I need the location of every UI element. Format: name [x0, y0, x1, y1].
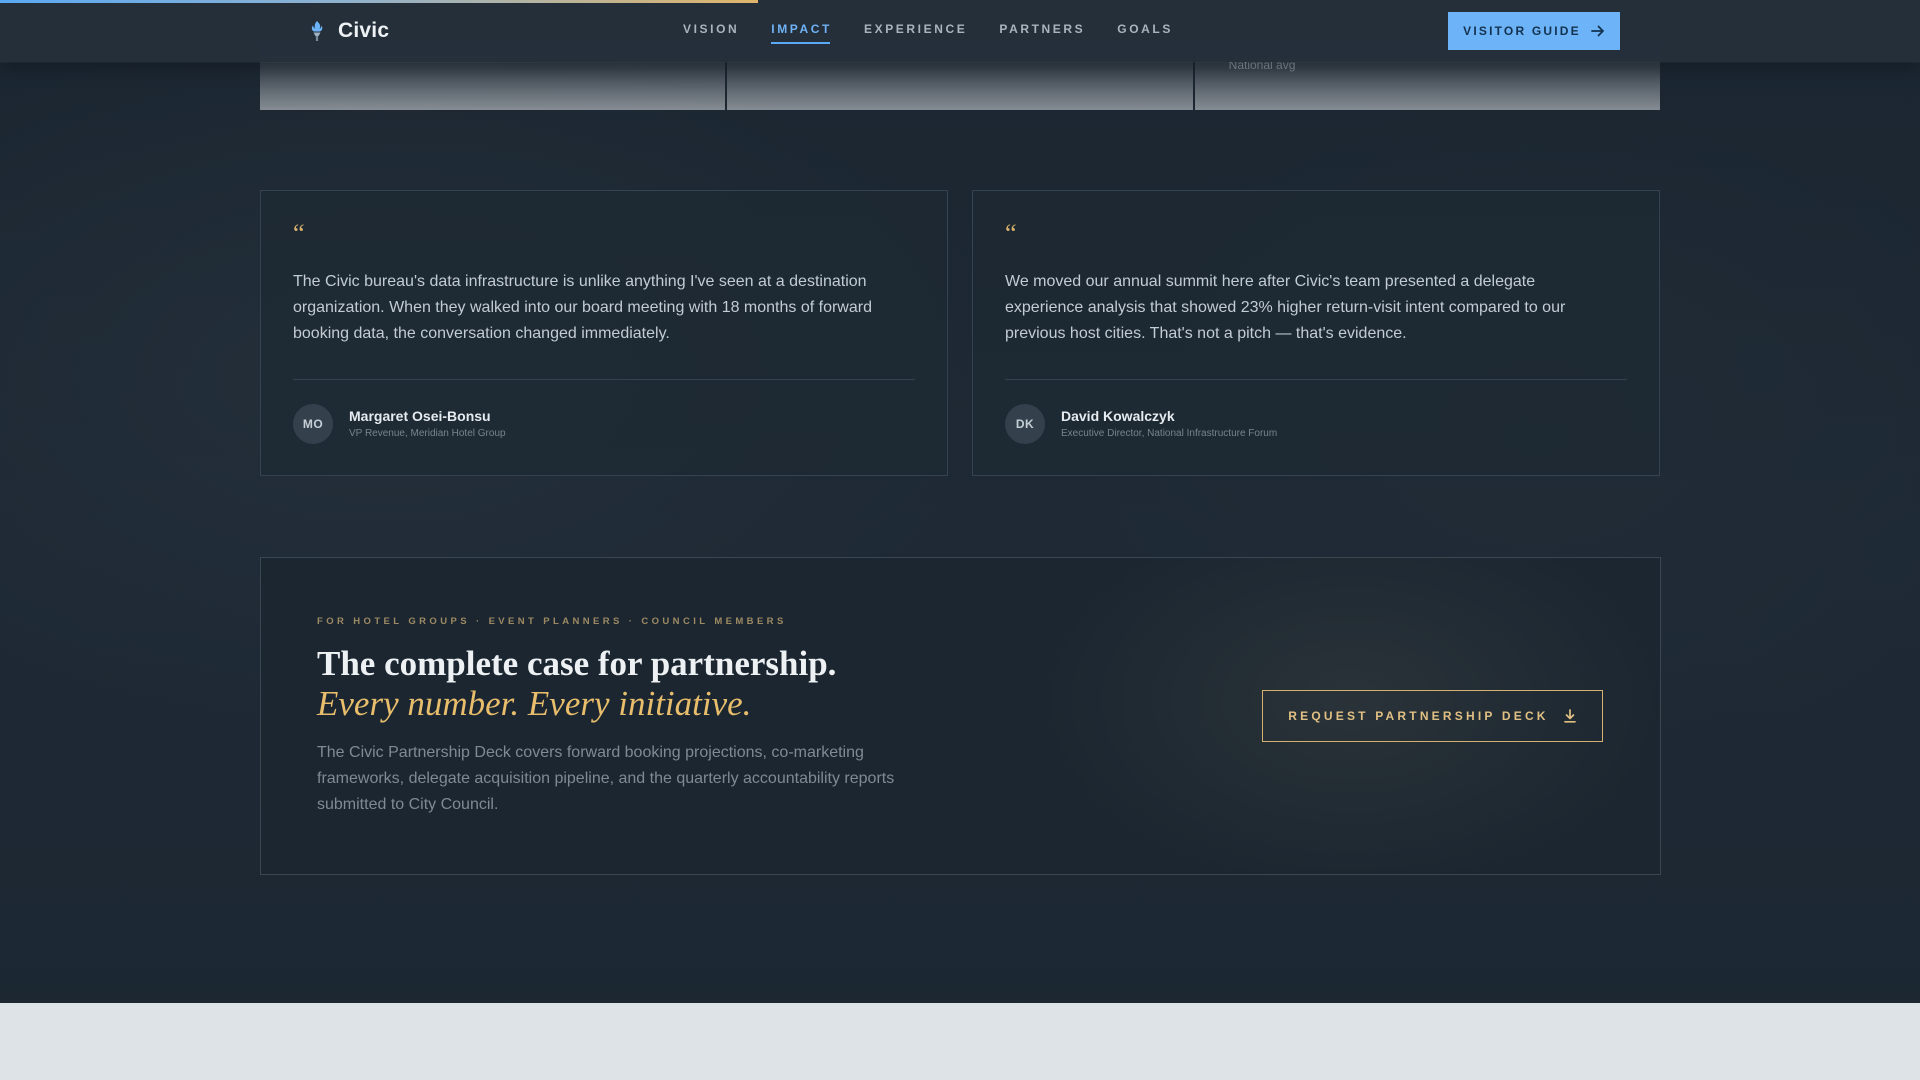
testimonial-divider	[1005, 379, 1627, 380]
quote-mark: “	[293, 219, 305, 248]
next-section-band	[0, 1003, 1920, 1080]
visitor-guide-button[interactable]: VISITOR GUIDE	[1448, 12, 1620, 50]
main-nav: VISION IMPACT EXPERIENCE PARTNERS GOALS	[683, 22, 1173, 44]
scroll-progress-bar	[0, 0, 1920, 3]
author-role: VP Revenue, Meridian Hotel Group	[349, 428, 506, 439]
page: National avg Civic VISION IMPACT EXPERIE…	[0, 0, 1920, 1080]
partnership-cta-panel: FOR HOTEL GROUPS · EVENT PLANNERS · COUN…	[260, 557, 1661, 875]
request-partnership-deck-button[interactable]: REQUEST PARTNERSHIP DECK	[1262, 690, 1603, 742]
author-name: David Kowalczyk	[1061, 408, 1175, 424]
nav-item-experience[interactable]: EXPERIENCE	[864, 22, 967, 44]
brand-name: Civic	[338, 19, 390, 42]
partnership-eyebrow: FOR HOTEL GROUPS · EVENT PLANNERS · COUN…	[317, 616, 787, 627]
request-partnership-deck-label: REQUEST PARTNERSHIP DECK	[1288, 709, 1549, 723]
nav-item-goals[interactable]: GOALS	[1117, 22, 1173, 44]
site-header: Civic VISION IMPACT EXPERIENCE PARTNERS …	[0, 0, 1920, 62]
testimonial-quote: The Civic bureau's data infrastructure i…	[293, 273, 872, 342]
author-role: Executive Director, National Infrastruct…	[1061, 428, 1278, 439]
download-icon	[1563, 709, 1576, 723]
avatar: DK	[1005, 404, 1045, 444]
testimonial-card: “ We moved our annual summit here after …	[972, 190, 1660, 476]
nav-item-partners[interactable]: PARTNERS	[999, 22, 1085, 44]
partnership-description: The Civic Partnership Deck covers forwar…	[317, 744, 895, 813]
avatar: MO	[293, 404, 333, 444]
testimonial-card: “ The Civic bureau's data infrastructure…	[260, 190, 948, 476]
scroll-progress-fill	[0, 0, 759, 3]
partnership-title: The complete case for partnership.	[317, 644, 837, 683]
torch-icon	[311, 21, 323, 41]
testimonial-divider	[293, 379, 915, 380]
author-name: Margaret Osei-Bonsu	[349, 408, 491, 424]
testimonial-quote: We moved our annual summit here after Ci…	[1005, 273, 1566, 342]
nav-item-impact[interactable]: IMPACT	[771, 22, 832, 44]
partnership-title-accent: Every number. Every initiative.	[317, 684, 752, 723]
visitor-guide-label: VISITOR GUIDE	[1463, 24, 1581, 38]
nav-item-vision[interactable]: VISION	[683, 22, 739, 44]
quote-mark: “	[1005, 219, 1017, 248]
brand-logo-link[interactable]: Civic	[308, 19, 389, 43]
arrow-right-icon	[1590, 25, 1604, 37]
